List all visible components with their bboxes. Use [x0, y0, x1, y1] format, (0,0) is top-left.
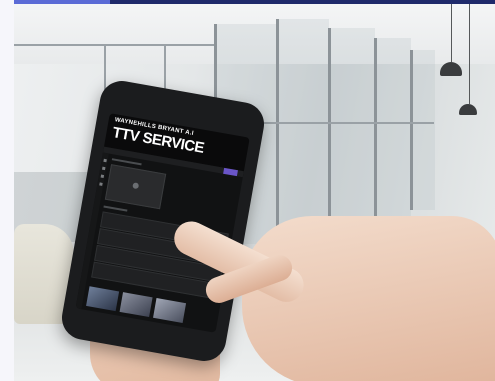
glass-wall-panel: [374, 38, 411, 218]
video-thumbnail[interactable]: [86, 286, 120, 312]
window-mullion: [14, 44, 214, 46]
upload-icon: [132, 182, 140, 190]
left-margin: [0, 0, 14, 381]
pendant-lamp-icon: [459, 104, 477, 115]
glass-wall-panel: [410, 50, 435, 210]
office-hallway-photo: WAYNEHILLS BRYANT A.I TTV SERVICE: [14, 4, 495, 381]
lamp-cord: [469, 4, 470, 104]
app-nav-active-tab[interactable]: [223, 167, 238, 177]
sidebar-icon[interactable]: [102, 158, 107, 163]
sidebar-icon[interactable]: [100, 174, 104, 178]
video-thumbnail[interactable]: [119, 292, 153, 318]
glass-wall-panel: [328, 28, 375, 228]
lamp-cord: [451, 4, 452, 62]
video-thumbnail[interactable]: [153, 298, 187, 323]
sidebar-icon[interactable]: [101, 166, 105, 171]
upload-card[interactable]: [104, 164, 167, 210]
section-heading: [103, 205, 128, 212]
pendant-lamp-icon: [440, 62, 462, 76]
sidebar-icon[interactable]: [98, 182, 103, 186]
glass-wall-panel: [276, 19, 329, 239]
